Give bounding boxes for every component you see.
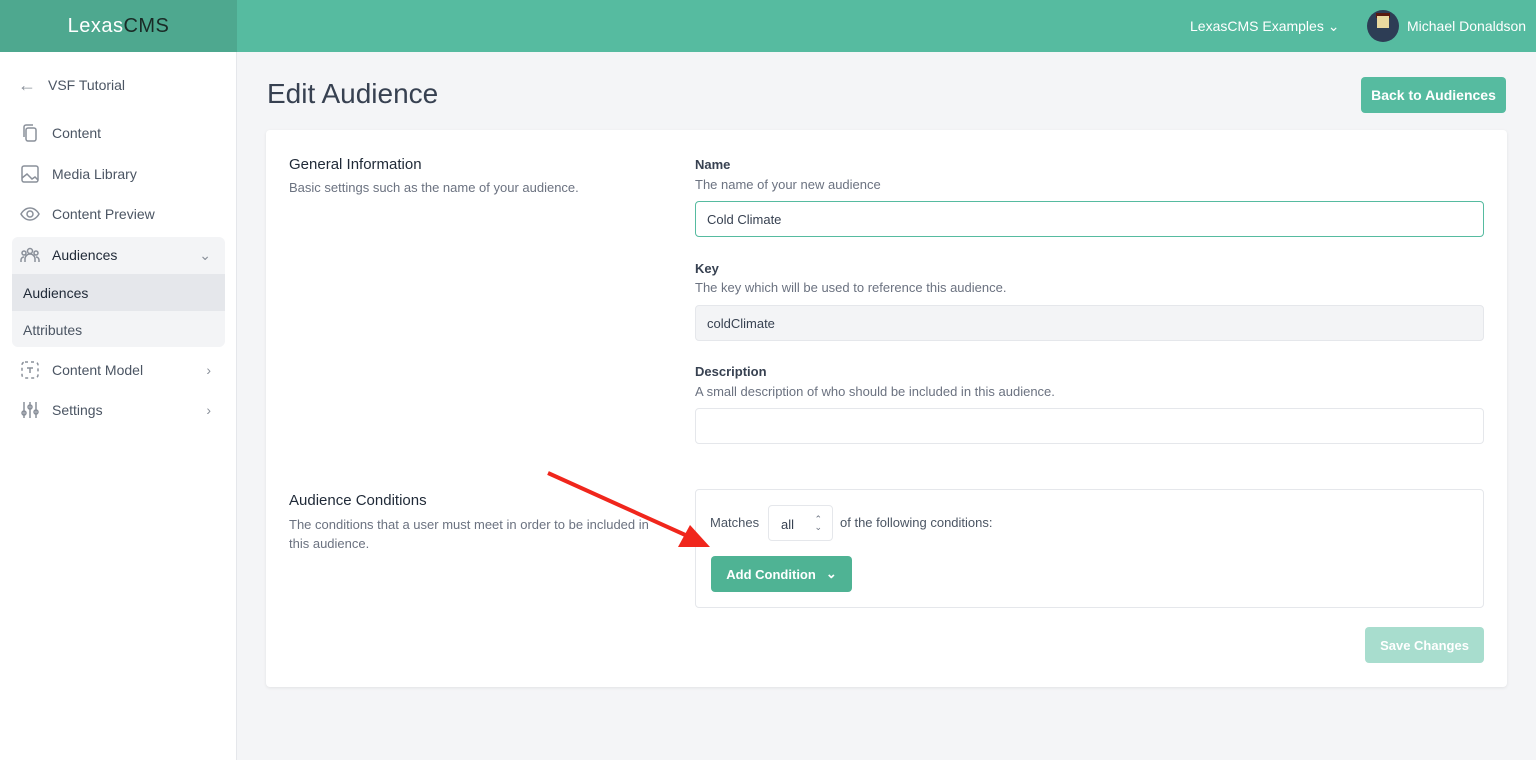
project-switcher[interactable]: LexasCMS Examples ⌄ — [1190, 18, 1339, 35]
sliders-icon — [21, 402, 39, 418]
key-label: Key — [695, 261, 719, 276]
avatar[interactable] — [1367, 10, 1399, 42]
add-condition-button[interactable]: Add Condition ⌄ — [711, 556, 852, 592]
match-select[interactable]: all ⌃ ⌄ — [768, 505, 833, 541]
sidebar-item-content-preview[interactable]: Content Preview — [12, 194, 225, 234]
sidebar-item-media-library[interactable]: Media Library — [12, 154, 225, 194]
sidebar-sub-audiences[interactable]: Audiences — [12, 274, 225, 311]
chevron-down-icon: ⌄ — [199, 246, 211, 263]
user-name[interactable]: Michael Donaldson — [1407, 18, 1526, 34]
eye-icon — [20, 207, 40, 221]
chevron-down-icon: ⌄ — [1327, 18, 1340, 34]
conditions-suffix: of the following conditions: — [840, 515, 993, 530]
select-arrows-icon: ⌃ ⌄ — [814, 514, 822, 532]
name-label: Name — [695, 157, 731, 172]
sidebar-item-audiences[interactable]: Audiences ⌄ — [12, 235, 225, 275]
annotation-arrow — [547, 471, 710, 547]
audience-conditions-title: Audience Conditions — [289, 492, 427, 509]
chevron-right-icon: › — [206, 402, 211, 418]
top-bar: Lexas CMS LexasCMS Examples ⌄ Michael Don… — [0, 0, 1536, 52]
general-information-title: General Information — [289, 156, 422, 173]
description-label: Description — [695, 364, 767, 379]
key-input[interactable] — [695, 305, 1484, 341]
chevron-right-icon: › — [206, 362, 211, 378]
sidebar-sub-attributes[interactable]: Attributes — [12, 311, 225, 348]
sidebar-item-settings[interactable]: Settings › — [12, 390, 225, 430]
matches-label: Matches — [710, 515, 760, 530]
back-to-audiences-button[interactable]: Back to Audiences — [1361, 77, 1506, 113]
users-icon — [20, 247, 40, 262]
description-input[interactable] — [695, 408, 1484, 444]
name-input[interactable] — [695, 201, 1484, 237]
model-icon — [21, 361, 39, 379]
general-information-desc: Basic settings such as the name of your … — [289, 180, 579, 195]
image-icon — [21, 165, 39, 183]
chevron-down-icon: ⌄ — [825, 566, 837, 581]
page-title: Edit Audience — [267, 78, 439, 109]
logo[interactable]: Lexas CMS — [0, 0, 237, 52]
copy-icon — [23, 124, 37, 142]
save-changes-button[interactable]: Save Changes — [1365, 627, 1484, 663]
sidebar-item-content[interactable]: Content — [12, 113, 225, 153]
back-to-project[interactable]: ← VSF Tutorial — [12, 65, 225, 105]
key-hint: The key which will be used to reference … — [695, 280, 1007, 295]
description-hint: A small description of who should be inc… — [695, 384, 1055, 399]
arrow-left-icon: ← — [18, 74, 36, 95]
name-hint: The name of your new audience — [695, 177, 881, 192]
sidebar-item-content-model[interactable]: Content Model › — [12, 350, 225, 390]
